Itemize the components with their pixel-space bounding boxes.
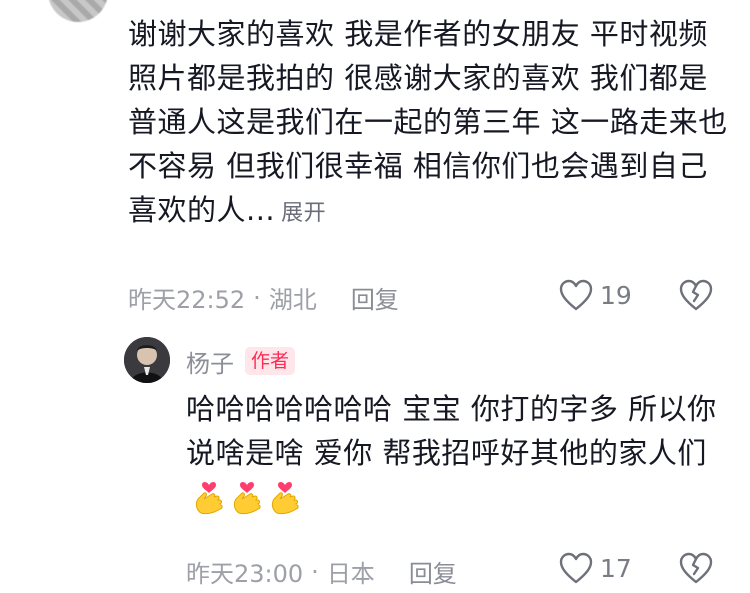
expand-button[interactable]: 展开 [281,201,326,226]
heart-outline-icon [558,551,594,585]
comment-text: 谢谢大家的喜欢 我是作者的女朋友 平时视频照片都是我拍的 很感谢大家的喜欢 我们… [128,17,728,227]
meta-separator: · [253,283,261,312]
reply-time: 昨天23:00 [186,560,304,588]
heart-hands-emoji-icon [192,475,226,527]
author-name[interactable]: 杨子 [186,344,234,379]
author-badge: 作者 [245,347,296,375]
dislike-button[interactable] [678,551,714,585]
comment-location: 湖北 [268,286,317,314]
comment-meta: 昨天22:52 · 湖北 回复 [128,280,399,315]
broken-heart-icon [678,551,714,585]
author-avatar[interactable] [124,337,170,383]
reply-meta: 昨天23:00 · 日本 回复 [186,554,457,589]
like-count: 17 [600,553,632,583]
commenter-avatar[interactable] [48,0,108,22]
reply-location: 日本 [326,560,375,588]
heart-hands-emoji-icon [268,475,302,527]
comment-body: 谢谢大家的喜欢 我是作者的女朋友 平时视频照片都是我拍的 很感谢大家的喜欢 我们… [128,12,728,236]
like-button[interactable]: 19 [558,278,632,312]
reply-body: 哈哈哈哈哈哈哈 宝宝 你打的字多 所以你说啥是啥 爱你 帮我招呼好其他的家人们 [186,387,731,527]
reply-text: 哈哈哈哈哈哈哈 宝宝 你打的字多 所以你说啥是啥 爱你 帮我招呼好其他的家人们 [186,392,717,470]
reply-button[interactable]: 回复 [351,280,399,315]
comment-time: 昨天22:52 [128,286,246,314]
like-count: 19 [600,280,632,310]
meta-separator: · [311,557,319,586]
broken-heart-icon [678,278,714,312]
comment-thread: 谢谢大家的喜欢 我是作者的女朋友 平时视频照片都是我拍的 很感谢大家的喜欢 我们… [0,0,750,593]
reply-button[interactable]: 回复 [409,554,457,589]
heart-hands-emoji-icon [230,475,264,527]
like-button[interactable]: 17 [558,551,632,585]
heart-outline-icon [558,278,594,312]
emoji-group [192,475,302,527]
dislike-button[interactable] [678,278,714,312]
